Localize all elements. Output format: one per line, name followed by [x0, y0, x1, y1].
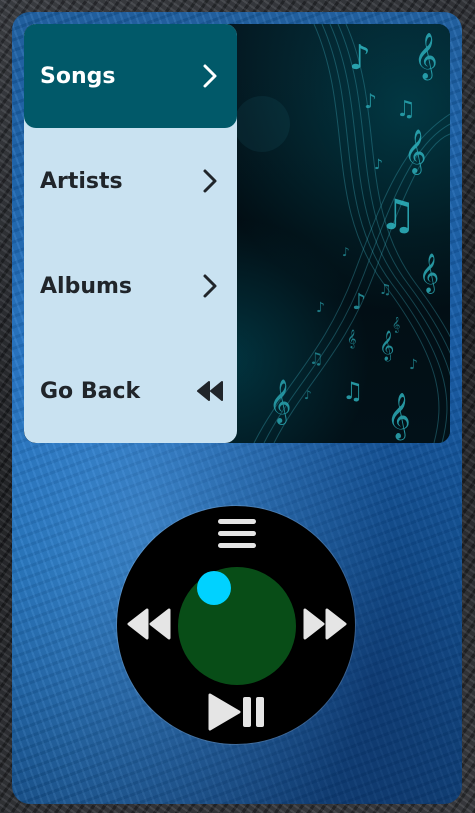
menu-item-label: Artists	[40, 168, 123, 194]
player-screen: 𝄞 ♪ ♫ ♪ 𝄞 ♪ ♫ 𝄞 ♪ ♪ ♫ ♪ 𝄞 𝄞 ♫ 𝄞 ♪ 𝄞 ♫ ♪	[24, 24, 450, 443]
svg-text:♪: ♪	[342, 245, 350, 259]
rewind-icon	[193, 374, 227, 408]
svg-text:♪: ♪	[352, 290, 366, 315]
menu-panel: Songs Artists Albums Go Back	[24, 24, 237, 443]
play-pause-icon[interactable]	[204, 690, 270, 734]
svg-text:𝄞: 𝄞	[404, 129, 426, 175]
svg-text:𝄞: 𝄞	[379, 330, 394, 362]
svg-text:♫: ♫	[342, 377, 364, 405]
menu-item-go-back[interactable]: Go Back	[24, 339, 237, 443]
svg-text:𝄞: 𝄞	[419, 253, 439, 294]
rewind-icon[interactable]	[124, 604, 174, 644]
chevron-right-icon	[193, 164, 227, 198]
wheel-position-indicator	[197, 571, 231, 605]
menu-item-songs[interactable]: Songs	[24, 24, 237, 128]
svg-text:♪: ♪	[364, 89, 377, 113]
svg-text:♪: ♪	[304, 388, 312, 402]
menu-item-label: Songs	[40, 63, 116, 89]
menu-item-albums[interactable]: Albums	[24, 234, 237, 338]
svg-text:𝄞: 𝄞	[414, 33, 438, 81]
svg-text:𝄞: 𝄞	[387, 393, 411, 441]
fast-forward-icon[interactable]	[300, 604, 350, 644]
menu-item-artists[interactable]: Artists	[24, 129, 237, 233]
chevron-right-icon	[193, 269, 227, 303]
svg-text:♫: ♫	[379, 282, 392, 298]
svg-text:𝄞: 𝄞	[269, 379, 291, 425]
svg-text:♪: ♪	[349, 38, 371, 78]
menu-item-label: Albums	[40, 273, 132, 299]
chevron-right-icon	[193, 59, 227, 93]
hamburger-menu-icon[interactable]	[214, 514, 260, 554]
center-select-button[interactable]	[178, 567, 296, 685]
svg-text:𝄞: 𝄞	[347, 329, 356, 349]
svg-text:♪: ♪	[374, 157, 383, 173]
svg-text:♪: ♪	[409, 357, 418, 373]
svg-text:♪: ♪	[316, 300, 325, 316]
svg-text:♫: ♫	[379, 190, 417, 239]
menu-item-label: Go Back	[40, 378, 141, 404]
svg-text:♫: ♫	[396, 97, 416, 122]
svg-text:♫: ♫	[309, 349, 323, 368]
